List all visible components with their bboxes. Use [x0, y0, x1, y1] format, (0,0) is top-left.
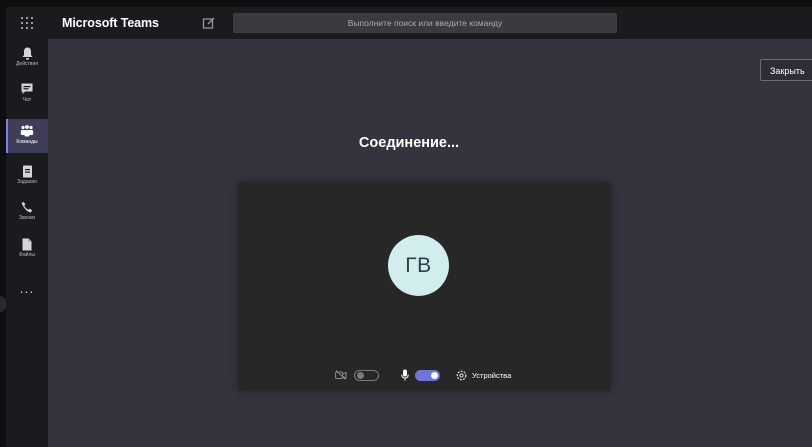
app-title: Microsoft Teams	[62, 16, 159, 30]
device-settings-label: Устройства	[472, 370, 512, 380]
files-icon	[22, 238, 32, 250]
camera-toggle[interactable]	[354, 370, 379, 381]
rail-item-activity[interactable]: Действия	[6, 41, 48, 75]
video-preview: ГВ Устройства	[238, 182, 611, 391]
app-launcher-button[interactable]	[6, 7, 48, 39]
teams-window: Microsoft Teams Выполните поиск или введ…	[6, 7, 812, 447]
microphone-toggle-knob	[431, 372, 438, 379]
app-rail: Действия Чат Команды Задания Звонки Файл…	[6, 39, 48, 447]
rail-label-assignments: Задания	[17, 179, 37, 185]
more-apps-button[interactable]: ...	[6, 281, 48, 295]
rail-item-chat[interactable]: Чат	[6, 77, 48, 111]
rail-label-calls: Звонки	[18, 215, 36, 221]
camera-toggle-knob	[357, 372, 364, 379]
microphone-toggle[interactable]	[415, 370, 440, 381]
rail-item-files[interactable]: Файлы	[6, 232, 48, 266]
search-input[interactable]: Выполните поиск или введите команду	[233, 13, 617, 33]
close-button[interactable]: Закрыть	[760, 59, 812, 81]
preview-controls: Устройства	[238, 366, 611, 384]
connecting-status: Соединение...	[358, 135, 460, 151]
phone-icon	[21, 201, 33, 213]
rail-item-assignments[interactable]: Задания	[6, 159, 48, 193]
rail-item-calls[interactable]: Звонки	[6, 195, 48, 229]
top-bar: Microsoft Teams Выполните поиск или введ…	[6, 7, 812, 39]
camera-off-icon	[335, 370, 347, 380]
chat-icon	[21, 83, 33, 94]
microphone-icon	[401, 369, 409, 381]
rail-label-files: Файлы	[19, 252, 35, 258]
assignments-icon	[22, 165, 32, 177]
rail-label-activity: Действия	[16, 61, 38, 67]
bell-icon	[22, 47, 32, 60]
rail-label-chat: Чат	[22, 97, 32, 103]
device-settings-button[interactable]: Устройства	[456, 368, 511, 382]
waffle-icon	[21, 17, 33, 29]
new-chat-icon[interactable]	[202, 16, 216, 30]
avatar: ГВ	[388, 235, 449, 296]
gear-icon	[456, 370, 467, 380]
